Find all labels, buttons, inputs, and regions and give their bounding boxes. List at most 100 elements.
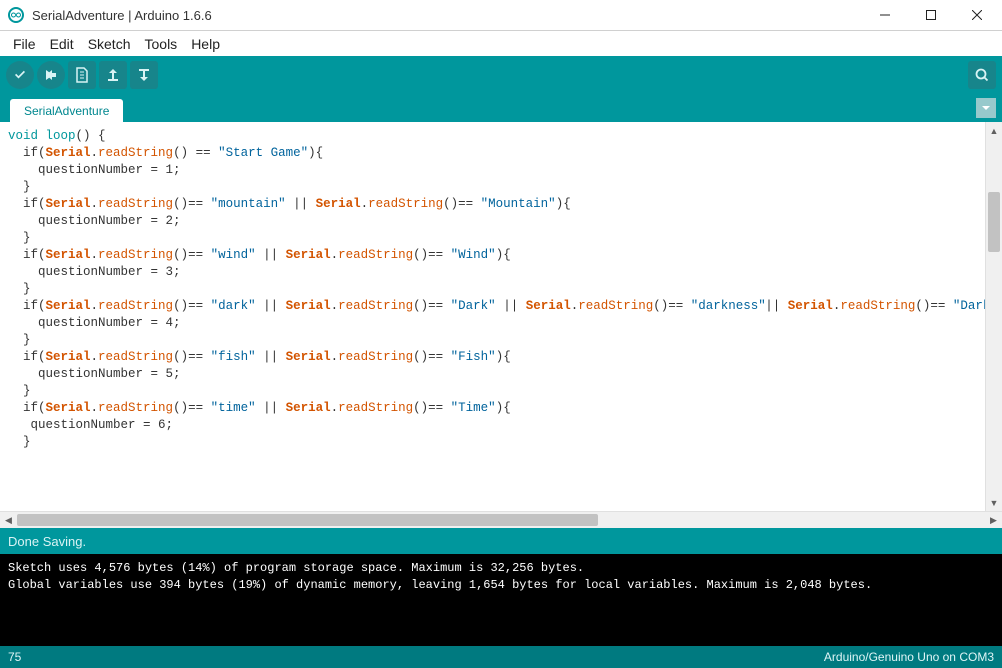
code-line: } — [8, 231, 31, 245]
code-token: ()== — [413, 350, 451, 364]
scrollbar-track[interactable] — [17, 512, 985, 528]
code-token: "Darkness" — [953, 299, 985, 313]
scrollbar-thumb[interactable] — [988, 192, 1000, 252]
scroll-right-arrow-icon[interactable]: ▶ — [985, 512, 1002, 529]
code-token: "Mountain" — [481, 197, 556, 211]
code-token: || — [256, 248, 286, 262]
code-token: . — [91, 299, 99, 313]
code-token: Serial — [46, 197, 91, 211]
code-token: Serial — [46, 350, 91, 364]
line-number-indicator: 75 — [8, 650, 21, 664]
menu-edit[interactable]: Edit — [43, 34, 81, 54]
code-token: ()== — [413, 299, 451, 313]
code-token: ){ — [496, 248, 511, 262]
code-token: ){ — [496, 401, 511, 415]
code-token: ()== — [915, 299, 953, 313]
close-button[interactable] — [954, 0, 1000, 31]
menu-file[interactable]: File — [6, 34, 43, 54]
arduino-logo-icon — [8, 7, 24, 23]
code-token: || — [256, 401, 286, 415]
code-token: Serial — [526, 299, 571, 313]
code-line: } — [8, 180, 31, 194]
code-token: readString — [338, 401, 413, 415]
scroll-up-arrow-icon[interactable]: ▲ — [986, 122, 1002, 139]
code-token: ){ — [556, 197, 571, 211]
console-output[interactable]: Sketch uses 4,576 bytes (14%) of program… — [0, 554, 1002, 646]
code-token: Serial — [286, 401, 331, 415]
code-token: Serial — [788, 299, 833, 313]
code-token: || — [256, 350, 286, 364]
scroll-down-arrow-icon[interactable]: ▼ — [986, 494, 1002, 511]
code-token: readString — [98, 197, 173, 211]
code-token: "time" — [211, 401, 256, 415]
code-token: . — [331, 248, 339, 262]
code-token: "mountain" — [211, 197, 286, 211]
code-token: readString — [338, 299, 413, 313]
code-line: questionNumber = 4; — [8, 316, 181, 330]
code-token: Serial — [46, 248, 91, 262]
tab-menu-button[interactable] — [976, 98, 996, 118]
console-line: Sketch uses 4,576 bytes (14%) of program… — [8, 561, 584, 575]
toolbar — [0, 56, 1002, 94]
menu-sketch[interactable]: Sketch — [81, 34, 138, 54]
serial-monitor-button[interactable] — [968, 61, 996, 89]
code-line: } — [8, 435, 31, 449]
verify-button[interactable] — [6, 61, 34, 89]
code-token: || — [286, 197, 316, 211]
status-message: Done Saving. — [8, 534, 86, 549]
code-token: readString — [578, 299, 653, 313]
code-token: readString — [368, 197, 443, 211]
menu-help[interactable]: Help — [184, 34, 227, 54]
code-token: readString — [338, 248, 413, 262]
horizontal-scrollbar[interactable]: ◀ ▶ — [0, 511, 1002, 528]
new-sketch-button[interactable] — [68, 61, 96, 89]
code-token: . — [91, 248, 99, 262]
scrollbar-thumb[interactable] — [17, 514, 598, 526]
tabbar: SerialAdventure — [0, 94, 1002, 122]
minimize-button[interactable] — [862, 0, 908, 31]
code-token: readString — [98, 299, 173, 313]
footer-bar: 75 Arduino/Genuino Uno on COM3 — [0, 646, 1002, 668]
code-token: "dark" — [211, 299, 256, 313]
code-token: ){ — [496, 350, 511, 364]
menu-tools[interactable]: Tools — [138, 34, 185, 54]
code-token: . — [91, 146, 99, 160]
editor-area: void loop() { if(Serial.readString() == … — [0, 122, 1002, 511]
code-token: || — [496, 299, 526, 313]
code-token: Serial — [46, 299, 91, 313]
code-token: loop — [38, 129, 76, 143]
code-token: . — [331, 401, 339, 415]
code-token: . — [91, 401, 99, 415]
code-line: } — [8, 333, 31, 347]
maximize-button[interactable] — [908, 0, 954, 31]
code-token: "fish" — [211, 350, 256, 364]
code-editor[interactable]: void loop() { if(Serial.readString() == … — [0, 122, 985, 511]
code-token: ()== — [653, 299, 691, 313]
code-token: Serial — [286, 299, 331, 313]
board-port-indicator: Arduino/Genuino Uno on COM3 — [824, 650, 994, 664]
upload-button[interactable] — [37, 61, 65, 89]
code-token: () == — [173, 146, 218, 160]
console-line: Global variables use 394 bytes (19%) of … — [8, 578, 872, 592]
code-token: ()== — [413, 248, 451, 262]
code-token: ()== — [173, 248, 211, 262]
tab-serialadventure[interactable]: SerialAdventure — [10, 99, 123, 122]
code-token: "Time" — [451, 401, 496, 415]
scroll-left-arrow-icon[interactable]: ◀ — [0, 512, 17, 529]
code-line: questionNumber = 6; — [8, 418, 173, 432]
code-token: void — [8, 129, 38, 143]
code-line: } — [8, 384, 31, 398]
code-token: "Start Game" — [218, 146, 308, 160]
code-token: if( — [8, 146, 46, 160]
vertical-scrollbar[interactable]: ▲ ▼ — [985, 122, 1002, 511]
code-line: questionNumber = 3; — [8, 265, 181, 279]
code-token: readString — [98, 146, 173, 160]
code-token: ()== — [173, 299, 211, 313]
code-token: Serial — [46, 146, 91, 160]
open-sketch-button[interactable] — [99, 61, 127, 89]
status-strip: Done Saving. — [0, 528, 1002, 554]
code-token: readString — [98, 350, 173, 364]
code-token: if( — [8, 350, 46, 364]
save-sketch-button[interactable] — [130, 61, 158, 89]
window-titlebar: SerialAdventure | Arduino 1.6.6 — [0, 0, 1002, 31]
